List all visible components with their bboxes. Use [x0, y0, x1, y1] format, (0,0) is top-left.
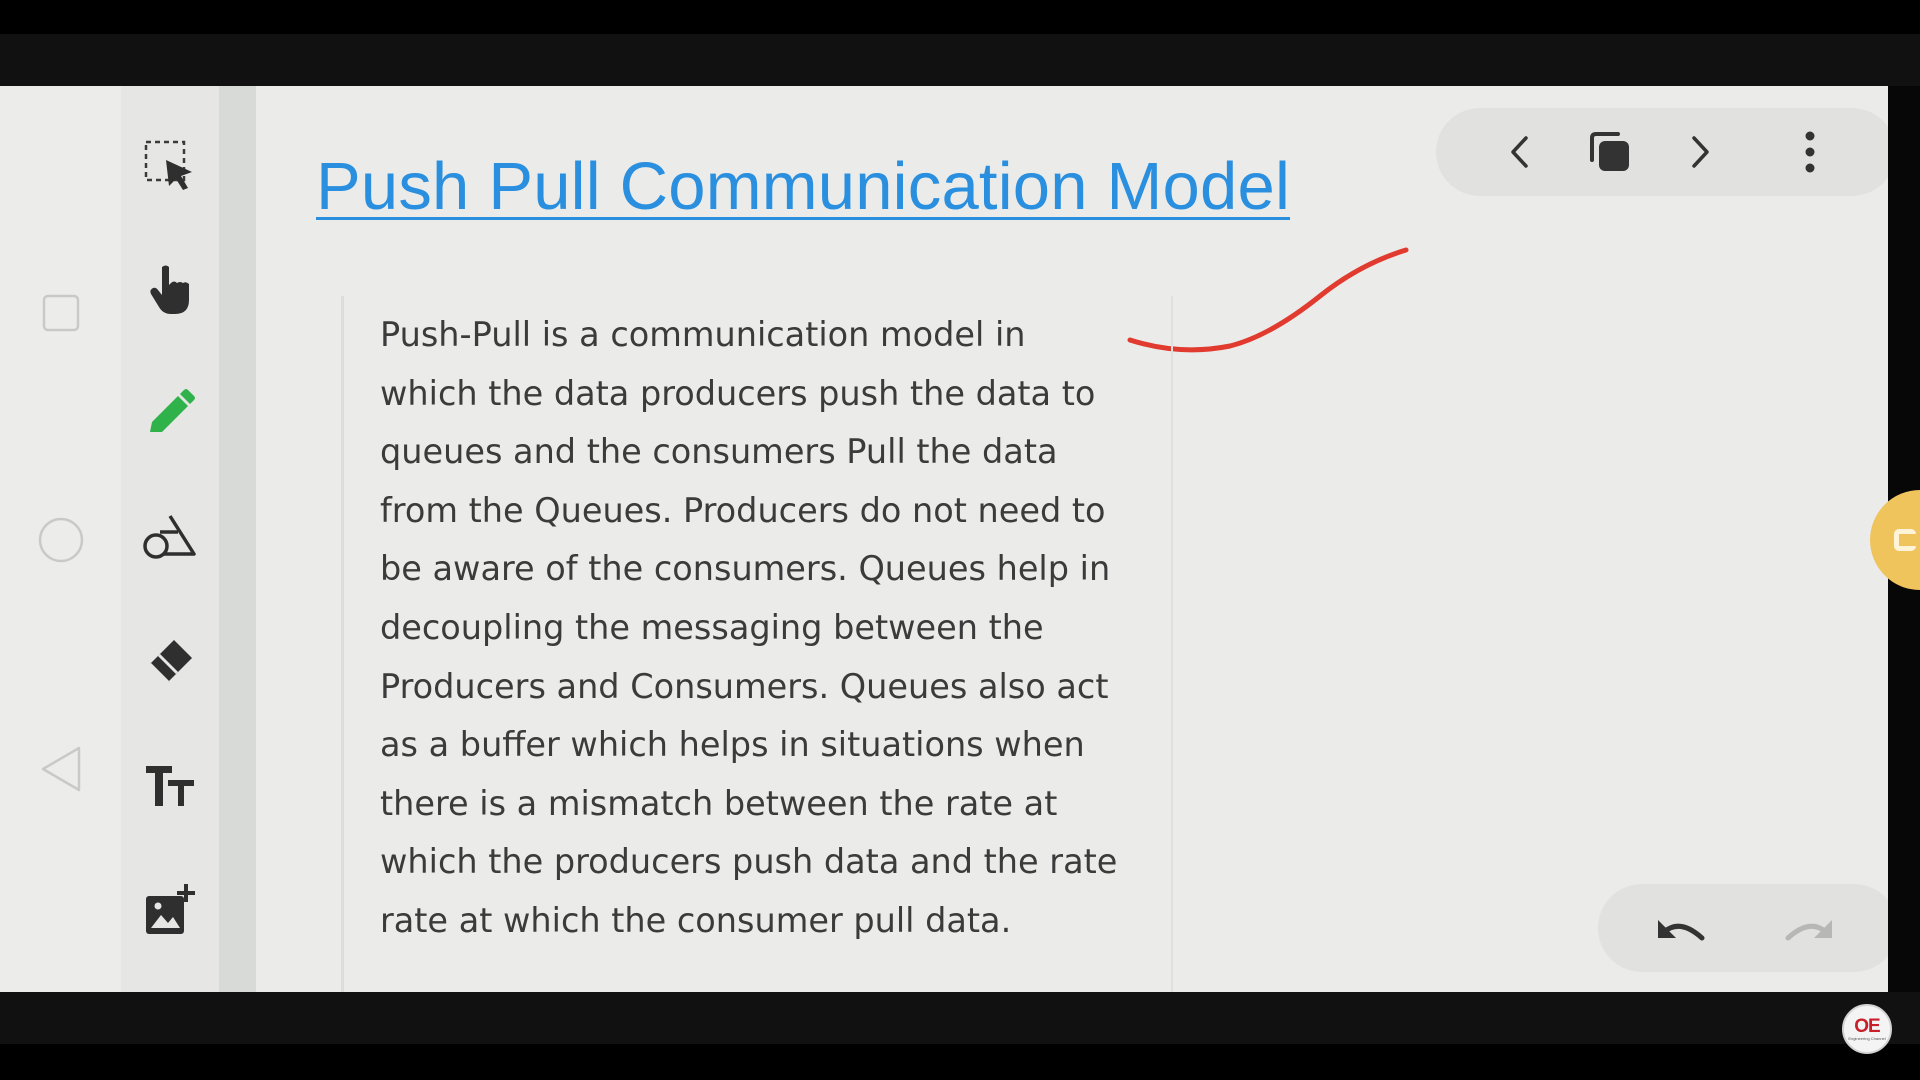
history-pill: [1598, 884, 1888, 972]
paragraph-line: there is a mismatch between the rate at: [380, 783, 1058, 823]
redo-button[interactable]: [1770, 884, 1850, 972]
paragraph-line: be aware of the consumers. Queues help i…: [380, 549, 1111, 589]
paragraph: Push-Pull is a communication model in wh…: [380, 306, 1155, 951]
hand-pan-icon[interactable]: [142, 261, 198, 317]
pages-button[interactable]: [1574, 108, 1646, 196]
next-page-button[interactable]: [1664, 108, 1736, 196]
circle-nav-icon[interactable]: [36, 515, 86, 565]
lasso-select-icon[interactable]: [142, 138, 198, 194]
tool-rail: [121, 86, 219, 992]
add-image-icon[interactable]: [142, 882, 198, 938]
paragraph-line: which the data producers push the data t…: [380, 373, 1096, 413]
undo-icon: [1658, 920, 1705, 941]
square-nav-icon[interactable]: [40, 292, 82, 334]
column-rule: [1171, 296, 1173, 992]
paragraph-line: which the producers push data and the ra…: [380, 842, 1118, 882]
bottom-letterbox: [0, 1044, 1920, 1080]
bottom-nav-bar: [0, 992, 1920, 1044]
prev-page-button[interactable]: [1484, 108, 1556, 196]
eraser-icon[interactable]: [142, 634, 198, 690]
back-triangle-nav-icon[interactable]: [38, 744, 84, 794]
more-vertical-icon: [1805, 131, 1815, 173]
logo-mark: OE: [1854, 1015, 1880, 1037]
text-tool-icon[interactable]: [142, 758, 198, 814]
fab-icon: [1894, 529, 1916, 551]
quote-rule: [341, 296, 344, 992]
redo-icon: [1785, 920, 1832, 941]
paragraph-line: rate at which the consumer pull data.: [380, 900, 1012, 940]
logo-tagline: Engineering Channel: [1848, 1035, 1886, 1041]
chevron-right-icon: [1692, 136, 1709, 168]
page-nav-pill: [1436, 108, 1888, 196]
system-nav-rail: [0, 86, 121, 992]
paragraph-line: Push-Pull is a communication model in: [380, 315, 1026, 354]
more-options-button[interactable]: [1774, 108, 1846, 196]
note-app: Push Pull Communication Model Push-Pull …: [0, 86, 1888, 992]
top-status-bar: [0, 34, 1920, 86]
chevron-left-icon: [1511, 136, 1528, 168]
pages-icon: [1590, 132, 1629, 171]
page-title: Push Pull Communication Model: [316, 149, 1291, 224]
top-letterbox: [0, 0, 1920, 34]
undo-button[interactable]: [1640, 884, 1720, 972]
paragraph-line: from the Queues. Producers do not need t…: [380, 490, 1106, 530]
paragraph-line: decoupling the messaging between the: [380, 607, 1044, 647]
shapes-icon[interactable]: [140, 510, 200, 566]
paragraph-line: Producers and Consumers. Queues also act: [380, 666, 1109, 706]
channel-logo: OE Engineering Channel: [1842, 1004, 1892, 1054]
paragraph-line: as a buffer which helps in situations wh…: [380, 725, 1085, 765]
ink-underline-stroke[interactable]: [1120, 236, 1420, 366]
rail-divider: [219, 86, 256, 992]
paragraph-line: queues and the consumers Pull the data: [380, 432, 1058, 472]
pen-icon[interactable]: [142, 386, 198, 442]
